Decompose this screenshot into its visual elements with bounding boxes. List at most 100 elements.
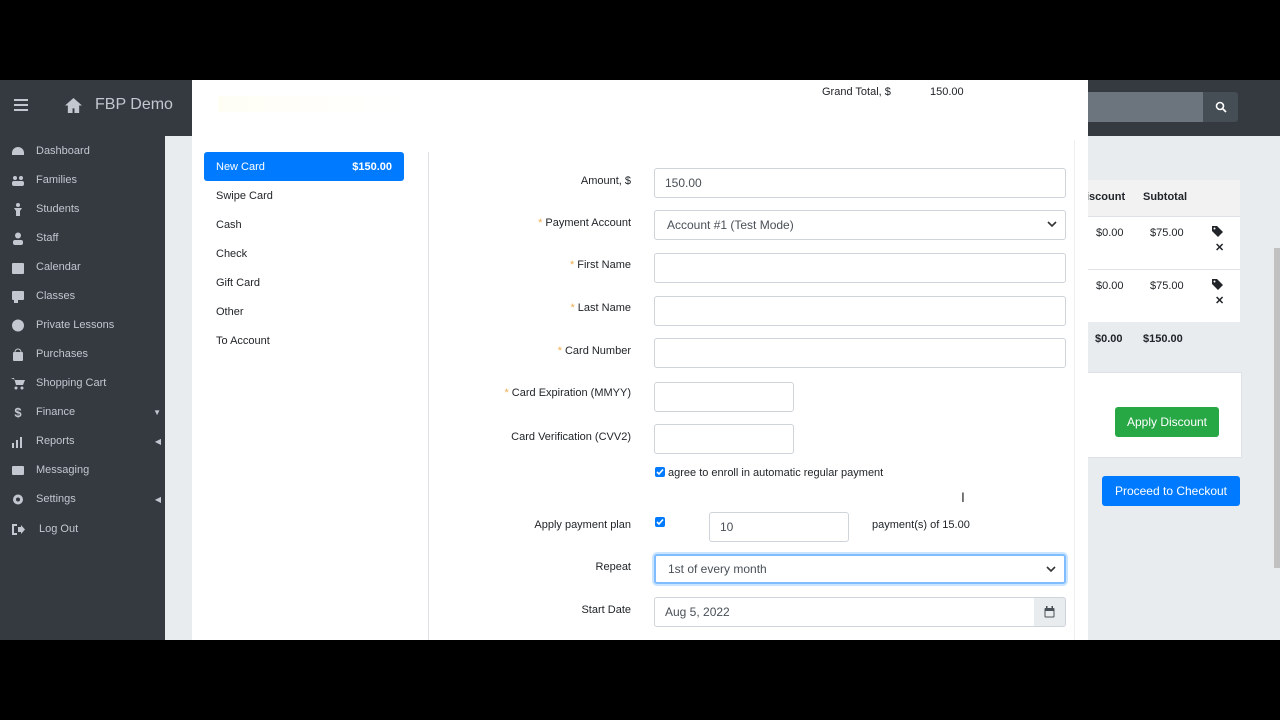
amount-label: Amount, $ xyxy=(580,175,631,187)
payment-method-new-card[interactable]: New Card $150.00 xyxy=(204,152,404,181)
repeat-select[interactable]: 1st of every month xyxy=(654,554,1066,584)
card-expiration-input[interactable] xyxy=(654,382,794,412)
payment-plan-summary: payment(s) of 15.00 xyxy=(872,519,970,531)
sidebar-item-students[interactable]: Students xyxy=(0,198,165,220)
sidebar-item-reports[interactable]: Reports ◀ xyxy=(0,430,165,452)
sidebar-item-label: Messaging xyxy=(36,464,90,476)
sidebar-item-label: Dashboard xyxy=(36,145,90,157)
payment-method-amount: $150.00 xyxy=(352,160,392,173)
sidebar-item-shopping-cart[interactable]: Shopping Cart xyxy=(0,372,165,394)
text-cursor-icon: I xyxy=(961,489,965,505)
cart-totals-row: $0.00 $150.00 xyxy=(1080,322,1240,358)
apply-discount-button[interactable]: Apply Discount xyxy=(1115,407,1219,437)
sidebar-item-label: Log Out xyxy=(39,523,79,535)
repeat-label: Repeat xyxy=(595,561,631,573)
payment-method-label: To Account xyxy=(216,334,270,347)
user-circle-icon xyxy=(10,318,26,332)
first-name-label: * First Name xyxy=(569,259,631,271)
payment-method-gift-card[interactable]: Gift Card xyxy=(204,268,404,297)
sidebar: Dashboard Families Students Staff Calend… xyxy=(0,136,165,640)
tag-icon[interactable] xyxy=(1211,225,1224,240)
calendar-icon xyxy=(10,260,26,274)
sidebar-item-label: Purchases xyxy=(36,348,88,360)
total-discount: $0.00 xyxy=(1095,333,1123,345)
last-name-input[interactable] xyxy=(654,296,1066,326)
sidebar-item-label: Finance xyxy=(36,406,76,418)
card-number-input[interactable] xyxy=(654,338,1066,368)
chevron-down-icon xyxy=(1047,221,1057,228)
payment-plan-count-input[interactable]: 10 xyxy=(709,512,849,542)
caret-down-icon: ▼ xyxy=(153,407,161,417)
card-number-label: * Card Number xyxy=(557,345,631,357)
payment-plan-checkbox[interactable] xyxy=(655,517,665,527)
modal-header xyxy=(218,96,408,112)
logout-icon xyxy=(10,522,26,536)
sidebar-item-purchases[interactable]: Purchases xyxy=(0,343,165,365)
cart-table-header: iscount Subtotal xyxy=(1080,180,1240,217)
payment-modal: Grand Total, $ 150.00 New Card $150.00 S… xyxy=(192,80,1088,640)
grand-total-value: 150.00 xyxy=(930,86,964,98)
check-icon xyxy=(656,518,664,526)
cart-icon xyxy=(10,376,26,390)
sidebar-item-classes[interactable]: Classes xyxy=(0,285,165,307)
dollar-icon: $ xyxy=(14,404,22,420)
payment-method-swipe-card[interactable]: Swipe Card xyxy=(204,181,404,210)
sidebar-item-label: Reports xyxy=(36,435,75,447)
payment-method-check[interactable]: Check xyxy=(204,239,404,268)
sidebar-item-logout[interactable]: Log Out xyxy=(0,518,165,540)
sidebar-item-families[interactable]: Families xyxy=(0,169,165,191)
auto-enroll-checkbox[interactable] xyxy=(655,467,665,477)
payment-method-label: New Card xyxy=(216,160,265,173)
payment-method-cash[interactable]: Cash xyxy=(204,210,404,239)
payment-method-to-account[interactable]: To Account xyxy=(204,326,404,355)
start-date-input[interactable]: Aug 5, 2022 xyxy=(654,597,1035,627)
sidebar-item-label: Classes xyxy=(36,290,76,302)
sidebar-item-label: Settings xyxy=(36,493,76,505)
date-picker-button[interactable] xyxy=(1034,597,1066,627)
chalkboard-icon xyxy=(10,289,26,303)
sidebar-item-finance[interactable]: $ Finance ▼ xyxy=(0,401,165,423)
first-name-input[interactable] xyxy=(654,253,1066,283)
start-date-label: Start Date xyxy=(581,604,631,616)
payment-method-label: Check xyxy=(216,247,248,260)
caret-left-icon: ◀ xyxy=(154,494,161,504)
remove-icon[interactable]: ✕ xyxy=(1215,294,1224,307)
payment-method-label: Other xyxy=(216,305,244,318)
menu-toggle-icon[interactable] xyxy=(14,99,28,111)
table-row: $0.00 $75.00 ✕ xyxy=(1080,270,1240,323)
calendar-icon xyxy=(1044,606,1055,618)
page-scrollbar[interactable] xyxy=(1274,248,1280,568)
user-icon xyxy=(10,231,26,245)
sidebar-item-staff[interactable]: Staff xyxy=(0,227,165,249)
sidebar-item-label: Shopping Cart xyxy=(36,377,107,389)
payment-method-other[interactable]: Other xyxy=(204,297,404,326)
column-discount: iscount xyxy=(1086,191,1126,203)
sidebar-item-calendar[interactable]: Calendar xyxy=(0,256,165,278)
app-title: FBP Demo xyxy=(95,96,173,113)
remove-icon[interactable]: ✕ xyxy=(1215,241,1224,254)
search-button[interactable] xyxy=(1203,92,1238,122)
payment-method-label: Swipe Card xyxy=(216,189,273,202)
brand[interactable]: FBP Demo xyxy=(64,96,173,114)
tag-icon[interactable] xyxy=(1211,278,1224,293)
sidebar-item-dashboard[interactable]: Dashboard xyxy=(0,140,165,162)
payment-method-label: Cash xyxy=(216,218,242,231)
gear-icon xyxy=(10,492,26,506)
search-input[interactable] xyxy=(1085,92,1203,122)
envelope-icon xyxy=(10,463,26,477)
card-cvv-input[interactable] xyxy=(654,424,794,454)
chart-icon xyxy=(10,434,26,448)
proceed-to-checkout-button[interactable]: Proceed to Checkout xyxy=(1102,476,1240,506)
sidebar-item-settings[interactable]: Settings ◀ xyxy=(0,488,165,510)
auto-enroll-label: agree to enroll in automatic regular pay… xyxy=(668,467,884,479)
last-name-label: * Last Name xyxy=(570,302,631,314)
sidebar-item-private-lessons[interactable]: Private Lessons xyxy=(0,314,165,336)
home-icon xyxy=(65,97,82,113)
app-screen: FBP Demo Dashboard Families Students Sta… xyxy=(0,80,1280,640)
amount-input[interactable]: 150.00 xyxy=(654,168,1066,198)
payment-account-select[interactable]: Account #1 (Test Mode) xyxy=(654,210,1066,240)
sidebar-item-messaging[interactable]: Messaging xyxy=(0,459,165,481)
shopping-bag-icon xyxy=(10,347,26,361)
sidebar-item-label: Calendar xyxy=(36,261,81,273)
sidebar-item-label: Families xyxy=(36,174,77,186)
